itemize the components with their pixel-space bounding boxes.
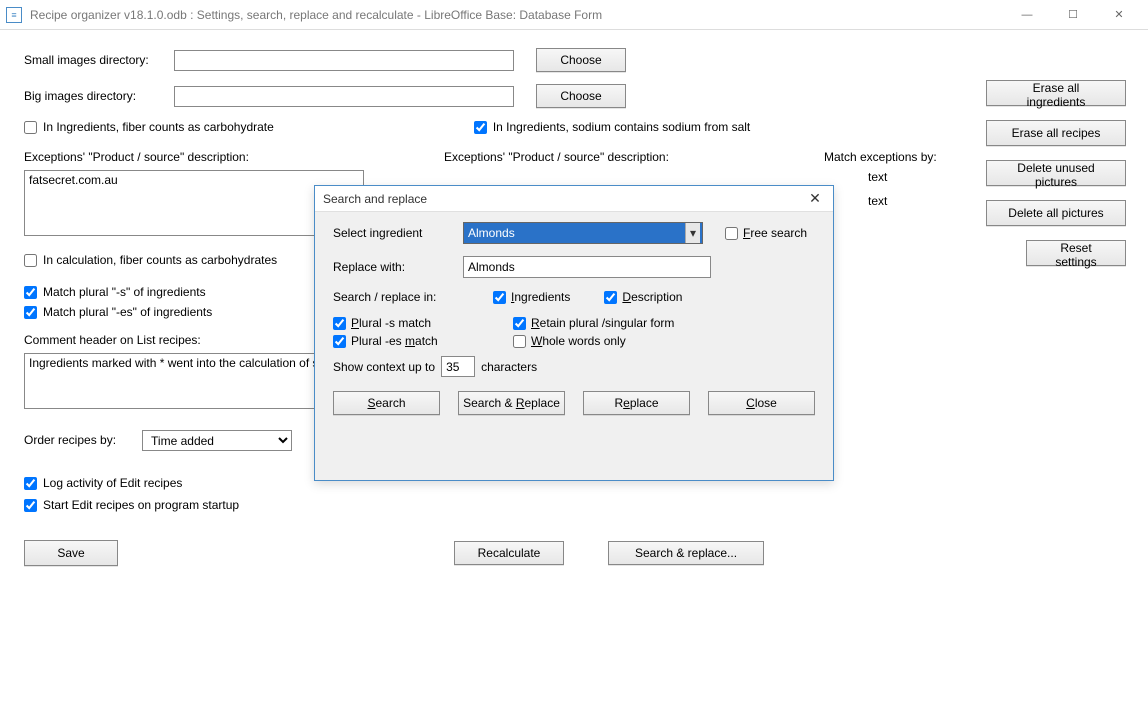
big-images-dir-input[interactable] xyxy=(174,86,514,107)
pes-cb[interactable] xyxy=(333,335,346,348)
app-icon: ≡ xyxy=(6,7,22,23)
big-images-dir-label: Big images directory: xyxy=(24,89,174,103)
context-label: Show context up to xyxy=(333,360,435,374)
dialog-titlebar[interactable]: Search and replace ✕ xyxy=(315,186,833,212)
sodium-label: In Ingredients, sodium contains sodium f… xyxy=(493,120,750,134)
retain-cb[interactable] xyxy=(513,317,526,330)
fiber-ingredients-checkbox[interactable]: In Ingredients, fiber counts as carbohyd… xyxy=(24,120,274,134)
choose-small-dir-button[interactable]: Choose xyxy=(536,48,626,72)
fiber-calc-label: In calculation, fiber counts as carbohyd… xyxy=(43,253,277,267)
reset-settings-button[interactable]: Reset settings xyxy=(1026,240,1126,266)
dialog-close-button[interactable]: Close xyxy=(708,391,815,415)
desc-cb[interactable] xyxy=(604,291,617,304)
delete-unused-pictures-button[interactable]: Delete unused pictures xyxy=(986,160,1126,186)
fiber-ing-label: In Ingredients, fiber counts as carbohyd… xyxy=(43,120,274,134)
fiber-calc-cb[interactable] xyxy=(24,254,37,267)
select-ingredient-value: Almonds xyxy=(468,226,515,240)
ing-cb[interactable] xyxy=(493,291,506,304)
close-button[interactable]: ✕ xyxy=(1096,0,1142,30)
erase-all-recipes-button[interactable]: Erase all recipes xyxy=(986,120,1126,146)
sodium-cb[interactable] xyxy=(474,121,487,134)
fiber-ing-cb[interactable] xyxy=(24,121,37,134)
context-input[interactable] xyxy=(441,356,475,377)
small-images-dir-label: Small images directory: xyxy=(24,53,174,67)
description-checkbox[interactable]: Description xyxy=(604,290,682,304)
replace-with-label: Replace with: xyxy=(333,260,463,274)
order-by-select[interactable]: Time added xyxy=(142,430,292,451)
save-button[interactable]: Save xyxy=(24,540,118,566)
log-label: Log activity of Edit recipes xyxy=(43,476,182,490)
start-edit-checkbox[interactable]: Start Edit recipes on program startup xyxy=(24,498,1124,512)
select-ingredient-label: Select ingredient xyxy=(333,226,463,240)
minimize-button[interactable]: — xyxy=(1004,0,1050,30)
window-title: Recipe organizer v18.1.0.odb : Settings,… xyxy=(30,8,1004,22)
dialog-search-button[interactable]: Search xyxy=(333,391,440,415)
erase-all-ingredients-button[interactable]: Erase all ingredients xyxy=(986,80,1126,106)
select-ingredient-dropdown[interactable]: Almonds xyxy=(463,222,703,244)
order-by-label: Order recipes by: xyxy=(24,433,116,447)
start-label: Start Edit recipes on program startup xyxy=(43,498,239,512)
window-titlebar: ≡ Recipe organizer v18.1.0.odb : Setting… xyxy=(0,0,1148,30)
search-in-label: Search / replace in: xyxy=(333,290,493,304)
free-search-cb[interactable] xyxy=(725,227,738,240)
dialog-close-icon[interactable]: ✕ xyxy=(805,190,825,207)
whole-cb[interactable] xyxy=(513,335,526,348)
plural-s-label: Match plural "-s" of ingredients xyxy=(43,285,206,299)
start-cb[interactable] xyxy=(24,499,37,512)
ps-cb[interactable] xyxy=(333,317,346,330)
retain-checkbox[interactable]: Retain plural /singular form xyxy=(513,316,674,330)
search-replace-open-button[interactable]: Search & replace... xyxy=(608,541,764,565)
match-text-2: text xyxy=(868,194,887,208)
small-images-dir-input[interactable] xyxy=(174,50,514,71)
characters-label: characters xyxy=(481,360,537,374)
delete-all-pictures-button[interactable]: Delete all pictures xyxy=(986,200,1126,226)
match-text-1: text xyxy=(868,170,887,184)
dialog-search-replace-button[interactable]: Search & Replace xyxy=(458,391,565,415)
plural-es-dialog-checkbox[interactable]: Plural -es match xyxy=(333,334,485,348)
plural-es-cb[interactable] xyxy=(24,306,37,319)
plural-s-dialog-checkbox[interactable]: Plural -s match xyxy=(333,316,485,330)
sodium-salt-checkbox[interactable]: In Ingredients, sodium contains sodium f… xyxy=(474,120,750,134)
exceptions-right-label: Exceptions' "Product / source" descripti… xyxy=(444,150,784,164)
maximize-button[interactable]: ☐ xyxy=(1050,0,1096,30)
replace-with-input[interactable] xyxy=(463,256,711,278)
search-replace-dialog: Search and replace ✕ Select ingredient A… xyxy=(314,185,834,481)
recalculate-button[interactable]: Recalculate xyxy=(454,541,564,565)
dialog-title: Search and replace xyxy=(323,192,805,206)
ingredients-checkbox[interactable]: Ingredients xyxy=(493,290,570,304)
plural-s-cb[interactable] xyxy=(24,286,37,299)
exceptions-left-textarea[interactable]: fatsecret.com.au xyxy=(24,170,364,236)
log-cb[interactable] xyxy=(24,477,37,490)
choose-big-dir-button[interactable]: Choose xyxy=(536,84,626,108)
match-exceptions-label: Match exceptions by: xyxy=(824,150,937,164)
plural-es-label: Match plural "-es" of ingredients xyxy=(43,305,212,319)
exceptions-left-label: Exceptions' "Product / source" descripti… xyxy=(24,150,404,164)
dialog-replace-button[interactable]: Replace xyxy=(583,391,690,415)
free-search-checkbox[interactable]: Free search xyxy=(725,226,807,240)
whole-words-checkbox[interactable]: Whole words only xyxy=(513,334,626,348)
